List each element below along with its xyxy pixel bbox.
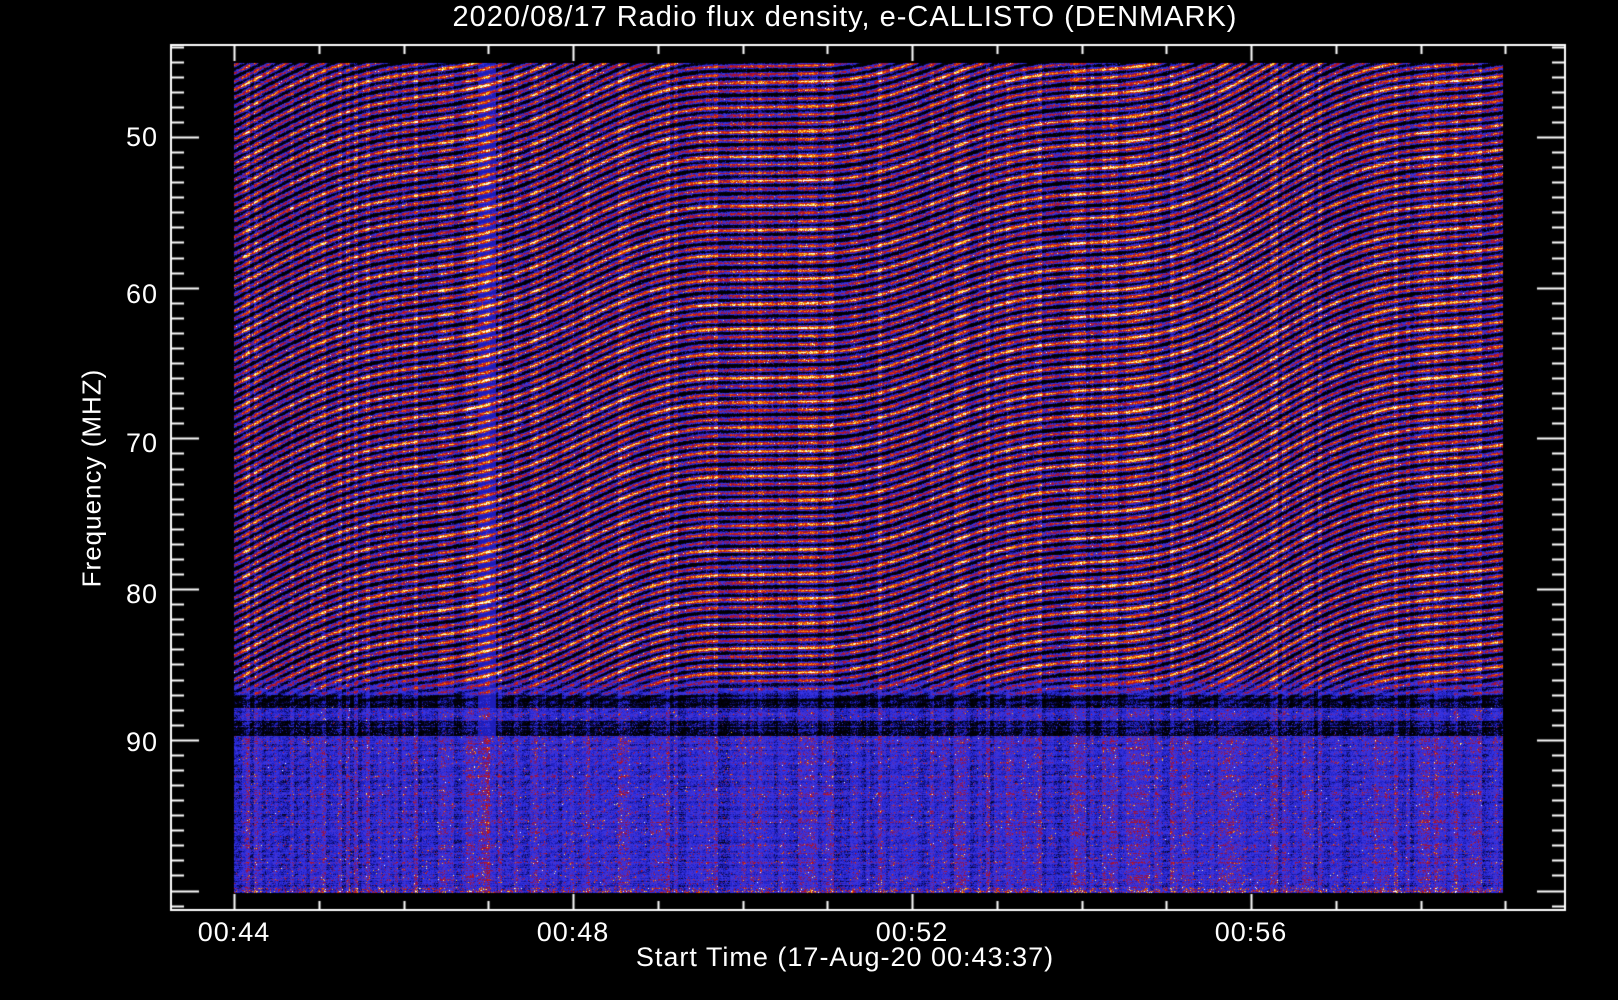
spectrogram-canvas <box>0 0 1618 1000</box>
x-tick-label: 00:48 <box>536 917 610 947</box>
y-tick-label: 60 <box>125 279 158 309</box>
x-tick-label: 00:52 <box>875 917 949 947</box>
y-tick-label: 80 <box>125 579 158 609</box>
x-tick-label: 00:56 <box>1214 917 1288 947</box>
y-tick-label: 50 <box>125 122 158 152</box>
plot-title: 2020/08/17 Radio flux density, e-CALLIST… <box>452 1 1238 33</box>
y-axis-label: Frequency (MHZ) <box>76 368 107 588</box>
y-tick-label: 90 <box>125 727 158 757</box>
spectrogram-figure: 2020/08/17 Radio flux density, e-CALLIST… <box>0 0 1618 1000</box>
y-tick-label: 70 <box>125 428 158 458</box>
x-tick-label: 00:44 <box>197 917 271 947</box>
